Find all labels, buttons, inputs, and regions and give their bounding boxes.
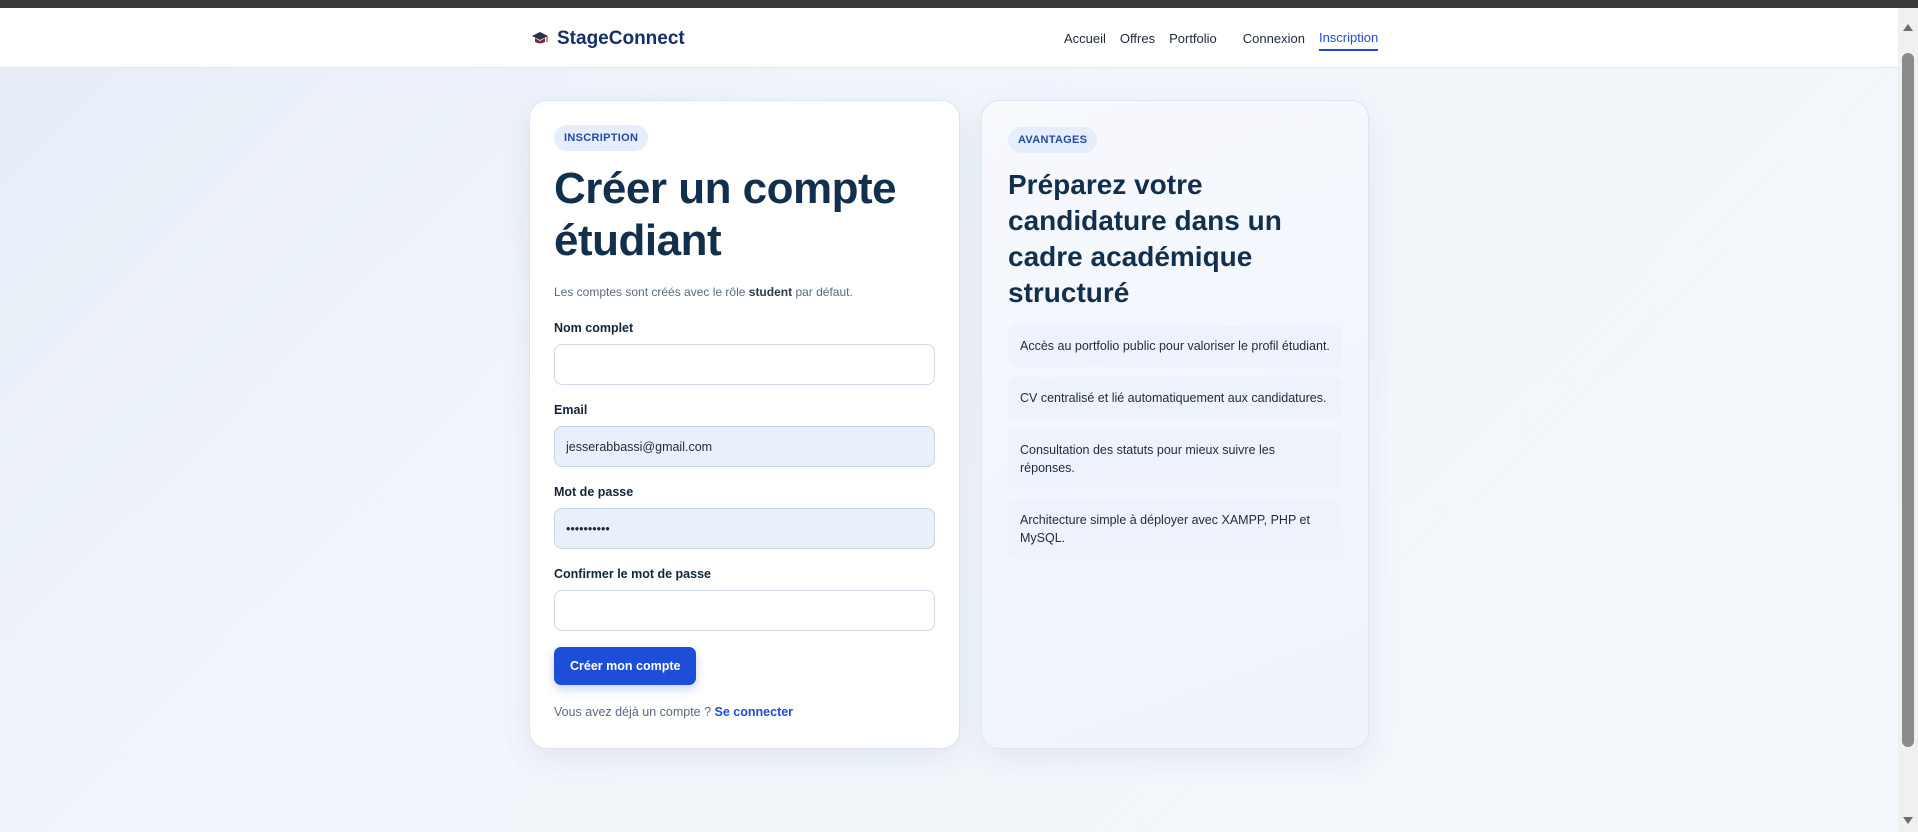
scroll-up-arrow-icon[interactable] (1903, 24, 1913, 31)
full-name-label: Nom complet (554, 321, 634, 335)
benefit-item: CV centralisé et lié automatiquement aux… (1008, 377, 1342, 419)
benefits-list: Accès au portfolio public pour valoriser… (1008, 325, 1342, 559)
page-title: Créer un compte étudiant (554, 164, 897, 265)
browser-top-bar (0, 0, 1918, 8)
benefit-item: Architecture simple à déployer avec XAMP… (1008, 499, 1342, 559)
scroll-thumb[interactable] (1902, 53, 1914, 747)
graduation-cap-icon (531, 30, 549, 48)
nav-offres[interactable]: Offres (1120, 31, 1155, 50)
main-nav: Accueil Offres Portfolio Connexion Inscr… (1064, 30, 1392, 51)
signup-subtitle: Les comptes sont créés avec le rôle stud… (554, 285, 853, 299)
brand-logo[interactable]: StageConnect (531, 28, 685, 50)
login-link[interactable]: Se connecter (715, 705, 794, 719)
signup-badge: INSCRIPTION (554, 125, 649, 151)
scroll-down-arrow-icon[interactable] (1903, 817, 1913, 824)
navbar: StageConnect Accueil Offres Portfolio Co… (0, 8, 1898, 68)
benefits-card: AVANTAGES Préparez votre candidature dan… (981, 100, 1369, 749)
nav-inscription[interactable]: Inscription (1318, 30, 1379, 51)
vertical-scrollbar[interactable] (1898, 8, 1918, 832)
benefit-item: Consultation des statuts pour mieux suiv… (1008, 429, 1342, 489)
nav-accueil[interactable]: Accueil (1064, 31, 1106, 50)
benefit-item: Accès au portfolio public pour valoriser… (1008, 325, 1342, 367)
benefits-badge: AVANTAGES (1008, 127, 1098, 153)
role-name: student (748, 285, 793, 299)
email-label: Email (554, 403, 588, 417)
benefits-title: Préparez votre candidature dans un cadre… (1008, 169, 1282, 308)
signup-form-card: INSCRIPTION Créer un compte étudiant Les… (529, 100, 960, 749)
password-input[interactable] (554, 508, 935, 549)
confirm-password-label: Confirmer le mot de passe (554, 567, 711, 581)
nav-portfolio[interactable]: Portfolio (1169, 31, 1217, 50)
email-input[interactable] (554, 426, 935, 467)
password-label: Mot de passe (554, 485, 634, 499)
confirm-password-input[interactable] (554, 590, 935, 631)
create-account-button[interactable]: Créer mon compte (554, 647, 697, 685)
nav-connexion[interactable]: Connexion (1243, 31, 1305, 50)
login-prompt: Vous avez déjà un compte ? Se connecter (554, 705, 794, 719)
full-name-input[interactable] (554, 344, 935, 385)
brand-name: StageConnect (557, 28, 685, 49)
